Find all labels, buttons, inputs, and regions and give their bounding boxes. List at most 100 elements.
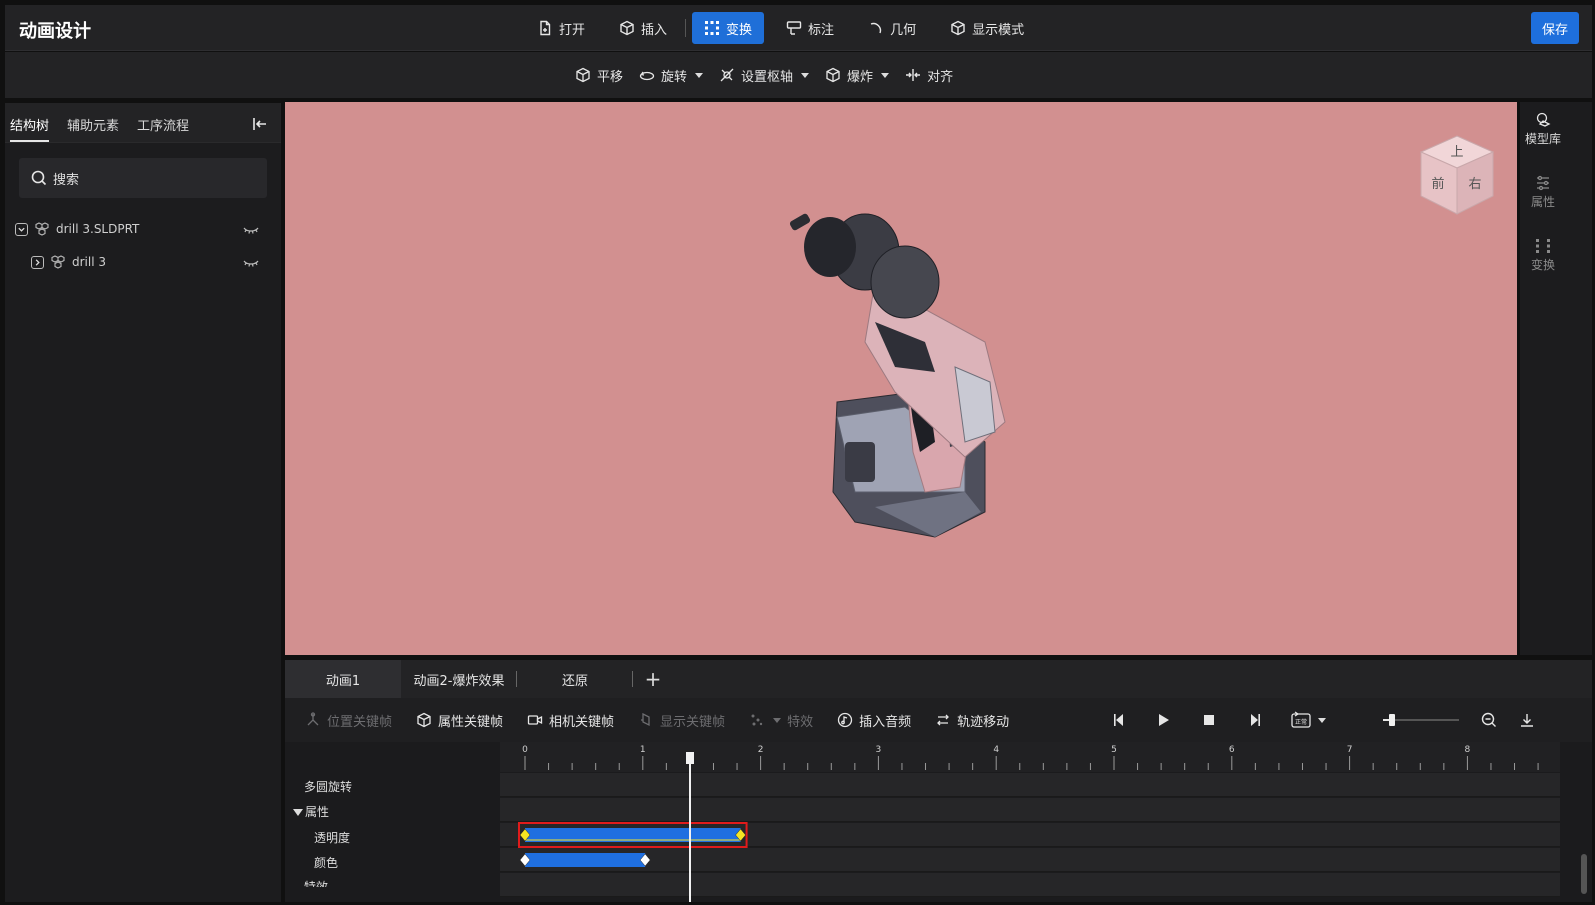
- top-bar: 动画设计 打开 插入 变换 标注 几何 显示模式 保存: [5, 5, 1592, 51]
- property-keyframe-button[interactable]: 属性关键帧: [416, 711, 503, 730]
- explode-button[interactable]: 爆炸: [825, 66, 890, 85]
- track-move-icon: [935, 712, 951, 728]
- expand-toggle-icon[interactable]: [31, 255, 44, 269]
- tab-animation-1[interactable]: 动画1: [285, 660, 401, 698]
- play-icon[interactable]: [1155, 712, 1171, 728]
- view-cube-top-label[interactable]: 上: [1450, 145, 1463, 160]
- animation-tabs: 动画1 动画2-爆炸效果 还原 +: [285, 660, 1592, 698]
- model-library-label: 模型库: [1524, 132, 1561, 146]
- save-button[interactable]: 保存: [1531, 12, 1579, 44]
- pivot-icon: [719, 67, 735, 83]
- tab-animation-2[interactable]: 动画2-爆炸效果: [401, 660, 517, 698]
- align-icon: [905, 67, 921, 83]
- eye-closed-icon[interactable]: [243, 224, 259, 234]
- menu-open-button[interactable]: 打开: [525, 12, 597, 44]
- chevron-down-icon: [881, 72, 890, 78]
- playback-speed-dropdown[interactable]: 正常: [1291, 711, 1326, 729]
- track-move-button[interactable]: 轨迹移动: [935, 711, 1009, 730]
- camera-keyframe-label: 相机关键帧: [549, 714, 615, 730]
- download-icon[interactable]: [1519, 712, 1535, 728]
- tab-auxiliary-elements[interactable]: 辅助元素: [67, 115, 119, 142]
- display-keyframe-label: 显示关键帧: [660, 714, 726, 730]
- tree-item-drill-sldprt[interactable]: drill 3.SLDPRT: [15, 218, 271, 240]
- menu-geometry-button[interactable]: 几何: [856, 12, 928, 44]
- tree-item-label: drill 3.SLDPRT: [56, 222, 140, 236]
- position-keyframe-button[interactable]: 位置关键帧: [305, 711, 392, 730]
- chevron-down-icon: [1318, 717, 1326, 723]
- menu-transform-button[interactable]: 变换: [692, 12, 765, 44]
- transform-tools: 平移 旋转 设置枢轴 爆炸 对齐: [575, 59, 969, 91]
- tab-label: 还原: [561, 673, 588, 689]
- vertical-scrollbar[interactable]: [1581, 854, 1587, 894]
- translate-button[interactable]: 平移: [575, 66, 623, 85]
- rotate-button[interactable]: 旋转: [639, 66, 704, 85]
- app-title: 动画设计: [19, 21, 91, 42]
- playhead[interactable]: [688, 754, 691, 902]
- chevron-down-icon: [801, 72, 810, 78]
- keyframe-clip[interactable]: [525, 853, 646, 867]
- align-button[interactable]: 对齐: [905, 66, 953, 85]
- move-cube-icon: [575, 67, 591, 83]
- zoom-out-icon[interactable]: [1481, 712, 1497, 728]
- camera-keyframe-button[interactable]: 相机关键帧: [527, 711, 614, 730]
- step-back-icon[interactable]: [1111, 712, 1127, 728]
- track-label-opacity[interactable]: 透明度: [314, 829, 350, 846]
- display-cube-icon: [950, 20, 966, 36]
- search-input[interactable]: 搜索: [19, 158, 267, 198]
- transform-panel-button[interactable]: 变换: [1520, 238, 1566, 273]
- add-animation-icon[interactable]: +: [633, 667, 673, 691]
- right-rail: 模型库 属性 变换: [1520, 102, 1592, 655]
- panel-tabs: 结构树 辅助元素 工序流程: [5, 103, 281, 143]
- camera-icon: [527, 712, 543, 728]
- drill-model[interactable]: [785, 192, 1025, 552]
- collapse-panel-icon[interactable]: [251, 115, 269, 133]
- transform-icon: [704, 20, 720, 36]
- 3d-viewport[interactable]: 上 前 右: [285, 102, 1517, 655]
- track-label-color[interactable]: 颜色: [314, 854, 338, 871]
- tab-process-flow[interactable]: 工序流程: [137, 115, 189, 142]
- main-menu: 打开 插入 变换 标注 几何 显示模式: [525, 12, 1046, 44]
- menu-transform-label: 变换: [726, 22, 753, 38]
- view-cube[interactable]: 上 前 右: [1417, 132, 1497, 218]
- align-label: 对齐: [927, 69, 954, 85]
- ruler-label: 5: [1111, 745, 1117, 755]
- time-ruler[interactable]: 0 1 2 3 4 5 6 7 8: [500, 742, 1560, 772]
- menu-insert-button[interactable]: 插入: [607, 12, 679, 44]
- tab-structure-tree[interactable]: 结构树: [10, 115, 50, 142]
- caret-down-icon: [293, 809, 303, 816]
- tree-item-drill[interactable]: drill 3: [31, 251, 271, 273]
- view-cube-front-label[interactable]: 前: [1431, 176, 1444, 192]
- zoom-slider-thumb[interactable]: [1389, 714, 1396, 726]
- position-keyframe-label: 位置关键帧: [327, 714, 393, 730]
- speed-badge-text: 正常: [1295, 718, 1307, 726]
- menu-geometry-label: 几何: [890, 22, 917, 38]
- menu-display-mode-button[interactable]: 显示模式: [938, 12, 1036, 44]
- stop-icon[interactable]: [1201, 712, 1217, 728]
- properties-button[interactable]: 属性: [1520, 175, 1566, 210]
- collapse-toggle-icon[interactable]: [15, 222, 28, 236]
- zoom-slider[interactable]: [1383, 714, 1459, 726]
- structure-panel: 结构树 辅助元素 工序流程 搜索 drill 3.SLDPRT drill 3: [5, 103, 281, 902]
- menu-display-mode-label: 显示模式: [972, 22, 1025, 38]
- effects-button[interactable]: 特效: [749, 711, 813, 730]
- track-label-properties-group[interactable]: 属性: [293, 803, 329, 820]
- step-forward-icon[interactable]: [1247, 712, 1263, 728]
- tree-item-label: drill 3: [72, 255, 107, 269]
- display-keyframe-button[interactable]: 显示关键帧: [638, 711, 725, 730]
- chevron-down-icon: [695, 72, 704, 78]
- set-pivot-label: 设置枢轴: [741, 69, 794, 85]
- ruler-label: 2: [758, 745, 764, 755]
- track-area[interactable]: [500, 772, 1560, 902]
- sliders-icon: [1535, 175, 1551, 191]
- track-label-multi-rotate[interactable]: 多圆旋转: [304, 778, 352, 795]
- model-library-button[interactable]: 模型库: [1520, 112, 1566, 147]
- menu-annotate-button[interactable]: 标注: [774, 12, 846, 44]
- view-cube-right-label[interactable]: 右: [1468, 177, 1481, 192]
- track-label-effects[interactable]: 特效: [304, 878, 328, 887]
- tab-restore[interactable]: 还原: [517, 660, 633, 698]
- set-pivot-button[interactable]: 设置枢轴: [719, 66, 810, 85]
- animation-timeline: 动画1 动画2-爆炸效果 还原 + 位置关键帧 属性关键帧 相机关键帧 显示关键…: [285, 660, 1592, 902]
- eye-closed-icon[interactable]: [243, 257, 259, 267]
- ruler-label: 6: [1229, 745, 1235, 755]
- insert-audio-button[interactable]: 插入音频: [837, 711, 911, 730]
